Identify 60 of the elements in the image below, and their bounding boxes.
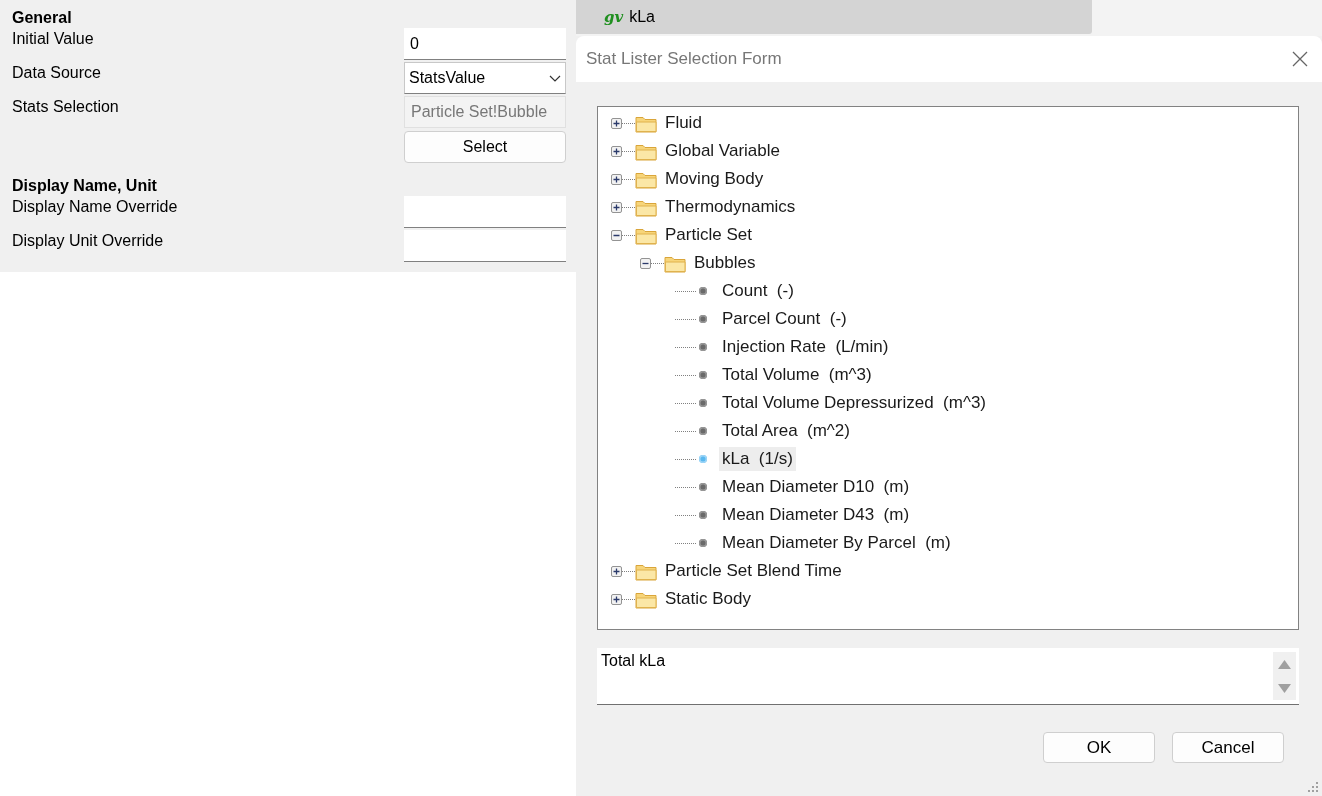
tree-item[interactable]: Static Body	[662, 587, 754, 611]
tree-item[interactable]: kLa (1/s)	[719, 447, 796, 471]
expand-toggle[interactable]	[611, 565, 622, 577]
property-label: Data Source	[12, 63, 101, 82]
dialog-title: Stat Lister Selection Form	[586, 49, 782, 69]
bullet-icon	[699, 483, 707, 491]
expand-toggle[interactable]	[611, 117, 622, 129]
readonly-field[interactable]: Particle Set!Bubble	[404, 96, 566, 128]
property-label: Initial Value	[12, 29, 94, 48]
collapse-toggle[interactable]	[640, 257, 651, 269]
tree-item[interactable]: Parcel Count (-)	[719, 307, 850, 331]
bullet-icon	[699, 427, 707, 435]
bullet-icon	[699, 455, 707, 463]
resize-grip-icon[interactable]	[1307, 781, 1319, 793]
tree-item[interactable]: Global Variable	[662, 139, 783, 163]
chevron-down-icon	[549, 74, 561, 82]
bullet-icon	[699, 315, 707, 323]
tree-item[interactable]: Thermodynamics	[662, 195, 799, 219]
text-field[interactable]	[404, 196, 566, 228]
bullet-icon	[699, 399, 707, 407]
tree-item[interactable]: Particle Set Blend Time	[662, 559, 845, 583]
tree-item[interactable]: Injection Rate (L/min)	[719, 335, 892, 359]
tree-item[interactable]: Fluid	[662, 111, 705, 135]
close-icon[interactable]	[1292, 51, 1308, 67]
section-header: General	[12, 8, 72, 28]
tree-item[interactable]: Particle Set	[662, 223, 755, 247]
select-button[interactable]: Select	[404, 131, 566, 163]
tree-item[interactable]: Total Area (m^2)	[719, 419, 853, 443]
tree-view[interactable]	[597, 106, 1299, 630]
ok-button[interactable]: OK	[1043, 732, 1155, 763]
expand-toggle[interactable]	[611, 201, 622, 213]
description-text: Total kLa	[601, 652, 666, 671]
tab-title: kLa	[629, 8, 655, 26]
expand-toggle[interactable]	[611, 593, 622, 605]
expand-toggle[interactable]	[611, 145, 622, 157]
text-field[interactable]: 0	[404, 28, 566, 60]
section-header: Display Name, Unit	[12, 176, 157, 196]
tree-item[interactable]: Count (-)	[719, 279, 797, 303]
tree-item[interactable]: Total Volume (m^3)	[719, 363, 875, 387]
tree-item[interactable]: Mean Diameter D43 (m)	[719, 503, 913, 527]
property-label: Stats Selection	[12, 97, 119, 116]
tree-item[interactable]: Mean Diameter D10 (m)	[719, 475, 913, 499]
property-label: Display Unit Override	[12, 231, 164, 250]
bullet-icon	[699, 371, 707, 379]
document-tab[interactable]: gv kLa	[576, 0, 1092, 34]
expand-toggle[interactable]	[611, 173, 622, 185]
type-label: gv	[604, 8, 624, 26]
bullet-icon	[699, 343, 707, 351]
dropdown[interactable]: StatsValue	[404, 62, 566, 94]
bullet-icon	[699, 511, 707, 519]
tree-item[interactable]: Moving Body	[662, 167, 767, 191]
text-field[interactable]	[404, 230, 566, 262]
tree-item[interactable]: Mean Diameter By Parcel (m)	[719, 531, 954, 555]
tree-item[interactable]: Bubbles	[691, 251, 759, 275]
property-label: Display Name Override	[12, 197, 178, 216]
bullet-icon	[699, 539, 707, 547]
bullet-icon	[699, 287, 707, 295]
tree-item[interactable]: Total Volume Depressurized (m^3)	[719, 391, 990, 415]
cancel-button[interactable]: Cancel	[1172, 732, 1284, 763]
collapse-toggle[interactable]	[611, 229, 622, 241]
